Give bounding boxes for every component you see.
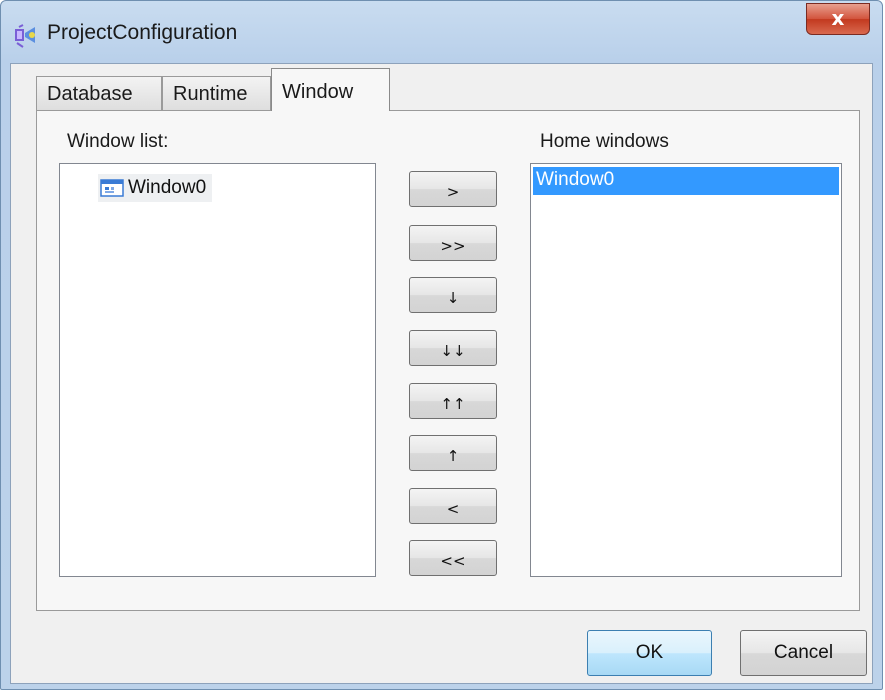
ok-button[interactable]: OK	[587, 630, 712, 676]
remove-all-button-label: <<	[440, 552, 466, 570]
cancel-button[interactable]: Cancel	[740, 630, 867, 676]
remove-all-button[interactable]: <<	[409, 540, 497, 576]
window-title: ProjectConfiguration	[47, 21, 238, 44]
tab-runtime[interactable]: Runtime	[162, 76, 271, 110]
tab-database[interactable]: Database	[36, 76, 162, 110]
window-icon	[100, 179, 124, 197]
app-icon	[15, 24, 35, 48]
dialog-client-area: Database Runtime Window Window list: Win…	[10, 63, 873, 684]
window-list-tree[interactable]: Window0	[59, 163, 376, 577]
add-button-label: >	[446, 183, 460, 201]
remove-button[interactable]: <	[409, 488, 497, 524]
move-bottom-button[interactable]: ↓↓	[409, 330, 497, 366]
move-down-button[interactable]: ↓	[409, 277, 497, 313]
home-windows-label: Home windows	[540, 131, 669, 152]
move-bottom-button-label: ↓↓	[440, 342, 466, 360]
tab-runtime-label: Runtime	[173, 83, 248, 105]
ok-button-label: OK	[635, 642, 664, 663]
tab-window-label: Window	[282, 81, 354, 103]
add-button[interactable]: >	[409, 171, 497, 207]
home-windows-list[interactable]: Window0	[530, 163, 842, 577]
window-tab-panel: Window list: Window0 Home windows Window…	[36, 110, 860, 611]
close-button[interactable]: x	[806, 3, 870, 35]
project-configuration-dialog: ProjectConfiguration x Database Runtime …	[0, 0, 883, 690]
tree-item-label: Window0	[128, 177, 207, 198]
close-icon: x	[831, 6, 845, 30]
move-up-button-label: ↑	[446, 447, 460, 465]
tab-database-label: Database	[47, 83, 133, 105]
move-down-button-label: ↓	[446, 289, 460, 307]
move-up-button[interactable]: ↑	[409, 435, 497, 471]
window-list-label: Window list:	[67, 131, 169, 152]
title-bar[interactable]: ProjectConfiguration x	[1, 1, 882, 63]
move-top-button[interactable]: ↑↑	[409, 383, 497, 419]
move-top-button-label: ↑↑	[440, 395, 466, 413]
home-list-item-window0[interactable]: Window0	[533, 167, 839, 195]
tree-item-window0[interactable]: Window0	[98, 174, 213, 202]
remove-button-label: <	[446, 500, 460, 518]
cancel-button-label: Cancel	[773, 642, 834, 663]
add-all-button[interactable]: >>	[409, 225, 497, 261]
add-all-button-label: >>	[440, 237, 466, 255]
tab-window[interactable]: Window	[271, 68, 390, 111]
